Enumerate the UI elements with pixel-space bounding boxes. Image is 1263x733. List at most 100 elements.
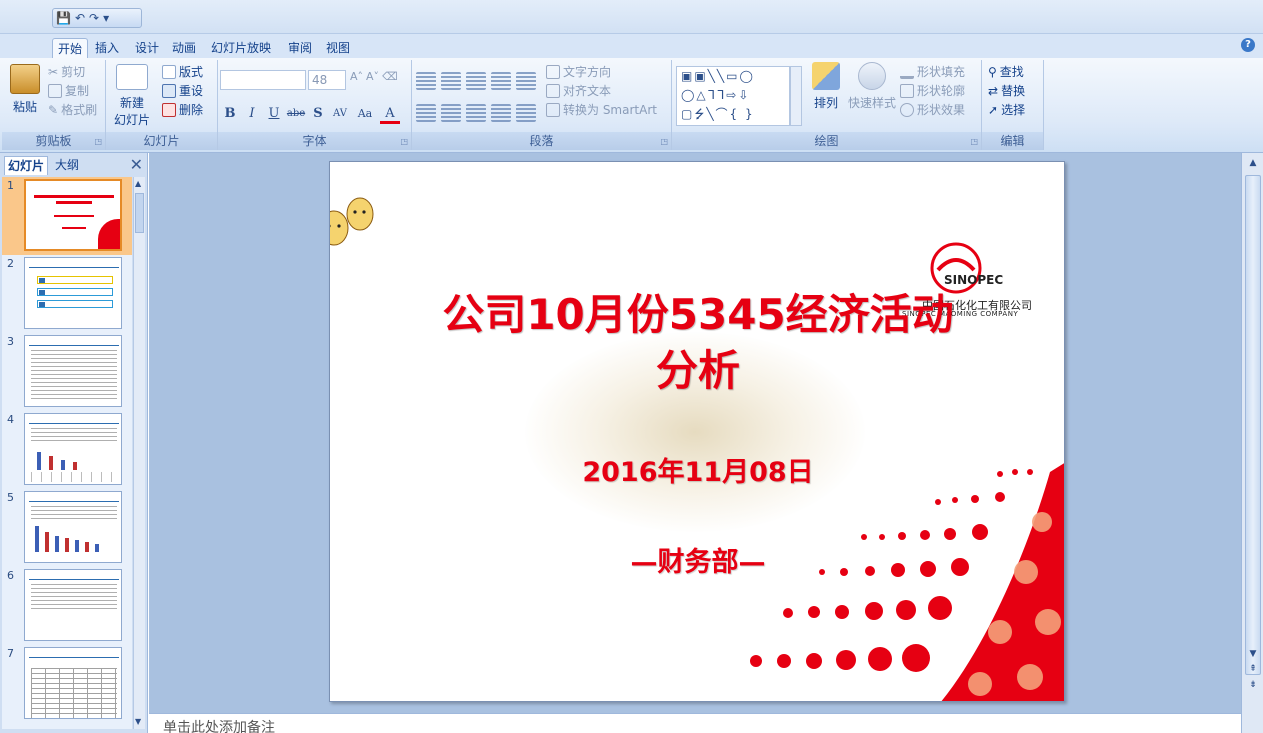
grow-font-icon[interactable]: A˄: [350, 70, 363, 83]
thumbnail-scrollbar[interactable]: ▲ ▼: [133, 177, 145, 729]
text-direction-button[interactable]: 文字方向: [546, 63, 611, 80]
line-spacing-icon[interactable]: [516, 72, 536, 90]
notes-pane[interactable]: 单击此处添加备注: [149, 713, 1241, 733]
dialog-launcher-icon[interactable]: ◳: [970, 137, 978, 146]
next-slide-icon[interactable]: ⇟: [1246, 679, 1260, 691]
bold-button[interactable]: B: [220, 104, 240, 124]
tab-review[interactable]: 审阅: [283, 38, 317, 58]
font-size-input[interactable]: 48: [308, 70, 346, 90]
slide-number: 4: [7, 413, 14, 426]
cut-button[interactable]: ✂ 剪切: [48, 63, 85, 80]
save-icon[interactable]: 💾: [56, 11, 71, 25]
shape-fill-button[interactable]: 形状填充: [900, 63, 965, 80]
shapes-gallery[interactable]: ▣▣╲╲▭◯ ◯△ᒣᒣ⇨⇩ ▢⭍╲⌒{ }: [676, 66, 790, 126]
scroll-up-icon[interactable]: ▲: [135, 179, 144, 189]
justify-icon[interactable]: [491, 104, 511, 122]
quick-styles-button[interactable]: 快速样式: [846, 62, 898, 111]
list-item[interactable]: 1: [2, 177, 132, 255]
shapes-row-3: ▢⭍╲⌒{ }: [681, 107, 755, 121]
columns-icon[interactable]: [516, 104, 536, 122]
undo-icon[interactable]: ↶: [75, 11, 85, 25]
tab-slides[interactable]: 幻灯片: [4, 156, 49, 175]
scroll-down-icon[interactable]: ▼: [1246, 648, 1260, 660]
strikethrough-button[interactable]: abe: [286, 104, 306, 124]
shapes-gallery-scrollbar[interactable]: [790, 66, 802, 126]
list-item[interactable]: 6: [2, 567, 132, 645]
arrange-button[interactable]: 排列: [806, 62, 846, 111]
tab-animations[interactable]: 动画: [167, 38, 201, 58]
tab-home[interactable]: 开始: [52, 38, 89, 58]
scroll-thumb[interactable]: [135, 193, 144, 233]
list-item[interactable]: 7: [2, 645, 132, 723]
smartart-button[interactable]: 转换为 SmartArt: [546, 101, 657, 118]
shape-outline-label: 形状轮廓: [917, 84, 966, 98]
list-item[interactable]: 4: [2, 411, 132, 489]
slide-date[interactable]: 2016年11月08日: [330, 450, 1064, 489]
prev-slide-icon[interactable]: ⇞: [1246, 663, 1260, 675]
select-button[interactable]: ➚ 选择: [988, 101, 1025, 118]
decrease-indent-icon[interactable]: [466, 72, 486, 90]
align-center-icon[interactable]: [441, 104, 461, 122]
layout-button[interactable]: 版式: [162, 63, 203, 80]
font-format-row: B I U abe S AV Aa A: [220, 104, 400, 124]
shape-outline-button[interactable]: 形状轮廓: [900, 82, 965, 99]
find-button[interactable]: ⚲ 查找: [988, 63, 1024, 80]
tab-slideshow[interactable]: 幻灯片放映: [206, 38, 276, 58]
underline-button[interactable]: U: [264, 104, 284, 124]
font-color-button[interactable]: A: [380, 104, 400, 124]
char-spacing-button[interactable]: AV: [330, 104, 350, 124]
format-painter-button[interactable]: ✎ 格式刷: [48, 101, 97, 118]
slide-title[interactable]: 公司10月份5345经济活动 分析: [330, 287, 1064, 399]
close-icon[interactable]: ✕: [130, 155, 143, 174]
slide-thumbnail[interactable]: [24, 413, 122, 485]
font-name-input[interactable]: [220, 70, 306, 90]
slide-thumbnail[interactable]: [24, 257, 122, 329]
shape-effects-button[interactable]: 形状效果: [900, 101, 965, 118]
dialog-launcher-icon[interactable]: ◳: [94, 137, 102, 146]
slide-thumbnail[interactable]: [24, 491, 122, 563]
redo-icon[interactable]: ↷: [89, 11, 99, 25]
slide-scrollbar[interactable]: ▲ ▼ ⇞ ⇟: [1241, 153, 1263, 713]
list-item[interactable]: 3: [2, 333, 132, 411]
slide-thumbnail[interactable]: [24, 569, 122, 641]
tab-outline[interactable]: 大纲: [52, 156, 82, 175]
slide-department[interactable]: —财务部—: [330, 540, 1064, 579]
list-item[interactable]: 2: [2, 255, 132, 333]
cut-label: 剪切: [61, 65, 86, 79]
scroll-thumb[interactable]: [1245, 175, 1261, 675]
dialog-launcher-icon[interactable]: ◳: [660, 137, 668, 146]
italic-button[interactable]: I: [242, 104, 262, 124]
slide-thumbnail[interactable]: [24, 647, 122, 719]
numbering-icon[interactable]: [441, 72, 461, 90]
current-slide[interactable]: SINOPEC 中国石化化工有限公司 SINOPEC MAOMING COMPA…: [329, 161, 1065, 702]
list-item[interactable]: 5: [2, 489, 132, 567]
tab-insert[interactable]: 插入: [90, 38, 124, 58]
copy-button[interactable]: 复制: [48, 82, 89, 99]
tab-view[interactable]: 视图: [321, 38, 355, 58]
increase-indent-icon[interactable]: [491, 72, 511, 90]
delete-slide-button[interactable]: 删除: [162, 101, 203, 118]
scroll-up-icon[interactable]: ▲: [1246, 157, 1260, 169]
clear-format-icon[interactable]: ⌫: [382, 70, 398, 83]
fill-bucket-icon: [900, 65, 914, 79]
slide-thumbnail[interactable]: [24, 179, 122, 251]
dialog-launcher-icon[interactable]: ◳: [400, 137, 408, 146]
replace-button[interactable]: ⇄ 替换: [988, 82, 1025, 99]
align-text-button[interactable]: 对齐文本: [546, 82, 611, 99]
scroll-down-icon[interactable]: ▼: [135, 717, 144, 727]
paste-button[interactable]: 粘贴: [6, 64, 44, 115]
align-left-icon[interactable]: [416, 104, 436, 122]
format-painter-label: 格式刷: [61, 103, 98, 117]
bullets-icon[interactable]: [416, 72, 436, 90]
change-case-button[interactable]: Aa: [352, 104, 378, 124]
notes-scrollbar[interactable]: [1241, 713, 1263, 733]
align-right-icon[interactable]: [466, 104, 486, 122]
slide-thumbnail[interactable]: [24, 335, 122, 407]
text-shadow-button[interactable]: S: [308, 104, 328, 124]
customize-qat-icon[interactable]: ▾: [103, 11, 109, 25]
new-slide-button[interactable]: 新建 幻灯片: [108, 64, 156, 128]
shrink-font-icon[interactable]: A˅: [366, 70, 379, 83]
reset-button[interactable]: 重设: [162, 82, 203, 99]
tab-design[interactable]: 设计: [130, 38, 164, 58]
help-icon[interactable]: ?: [1241, 38, 1255, 52]
